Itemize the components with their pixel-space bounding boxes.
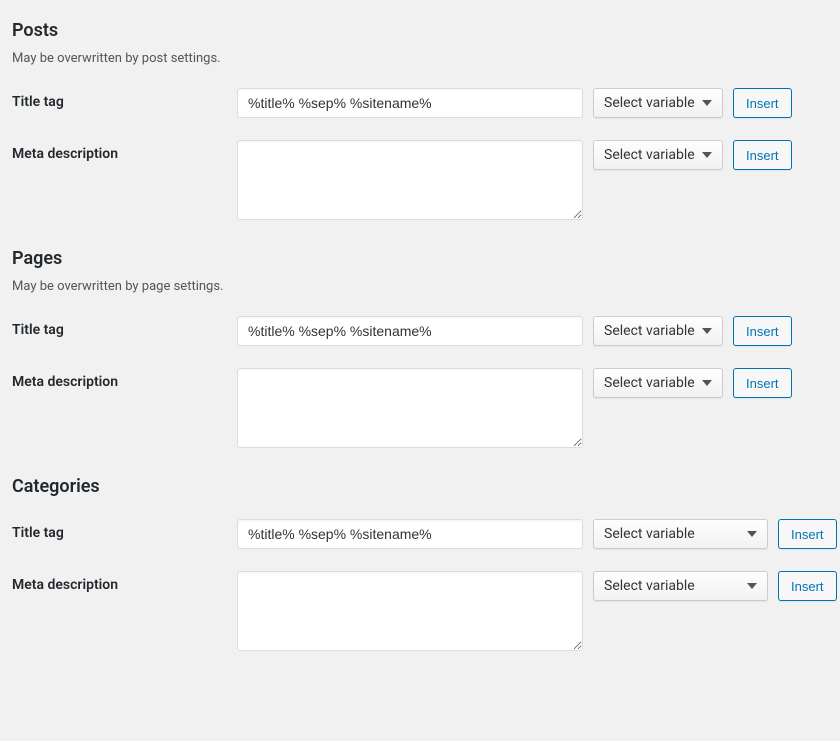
title-tag-input[interactable] <box>237 519 583 549</box>
meta-description-textarea[interactable] <box>237 571 583 651</box>
chevron-down-icon <box>747 531 757 537</box>
variable-select[interactable]: Select variable <box>593 519 768 549</box>
insert-button[interactable]: Insert <box>733 88 792 118</box>
field-controls: Select variable Insert <box>237 519 837 549</box>
section-hint: May be overwritten by post settings. <box>12 51 828 66</box>
select-label: Select variable <box>604 147 695 163</box>
row-meta-description: Meta description Select variable Insert <box>12 571 828 651</box>
select-label: Select variable <box>604 95 695 111</box>
variable-select[interactable]: Select variable <box>593 316 723 346</box>
chevron-down-icon <box>702 328 712 334</box>
section-categories: Categories Title tag Select variable Ins… <box>12 476 828 651</box>
row-title-tag: Title tag Select variable Insert <box>12 88 828 118</box>
row-meta-description: Meta description Select variable Insert <box>12 140 828 220</box>
section-pages: Pages May be overwritten by page setting… <box>12 248 828 448</box>
field-controls: Select variable Insert <box>237 368 792 448</box>
select-label: Select variable <box>604 323 695 339</box>
row-title-tag: Title tag Select variable Insert <box>12 519 828 549</box>
field-label-meta: Meta description <box>12 140 237 162</box>
chevron-down-icon <box>747 583 757 589</box>
field-controls: Select variable Insert <box>237 571 837 651</box>
field-label-meta: Meta description <box>12 368 237 390</box>
section-heading: Categories <box>12 476 828 497</box>
field-label-title: Title tag <box>12 88 237 110</box>
field-controls: Select variable Insert <box>237 316 792 346</box>
title-tag-input[interactable] <box>237 316 583 346</box>
chevron-down-icon <box>702 100 712 106</box>
insert-button[interactable]: Insert <box>733 368 792 398</box>
variable-select[interactable]: Select variable <box>593 368 723 398</box>
section-heading: Pages <box>12 248 828 269</box>
field-controls: Select variable Insert <box>237 88 792 118</box>
insert-button[interactable]: Insert <box>733 316 792 346</box>
insert-button[interactable]: Insert <box>778 571 837 601</box>
meta-description-textarea[interactable] <box>237 140 583 220</box>
field-controls: Select variable Insert <box>237 140 792 220</box>
row-title-tag: Title tag Select variable Insert <box>12 316 828 346</box>
chevron-down-icon <box>702 152 712 158</box>
insert-button[interactable]: Insert <box>733 140 792 170</box>
section-hint: May be overwritten by page settings. <box>12 279 828 294</box>
field-label-title: Title tag <box>12 519 237 541</box>
select-label: Select variable <box>604 578 695 594</box>
variable-select[interactable]: Select variable <box>593 88 723 118</box>
variable-select[interactable]: Select variable <box>593 140 723 170</box>
select-label: Select variable <box>604 526 695 542</box>
section-posts: Posts May be overwritten by post setting… <box>12 20 828 220</box>
title-tag-input[interactable] <box>237 88 583 118</box>
field-label-meta: Meta description <box>12 571 237 593</box>
field-label-title: Title tag <box>12 316 237 338</box>
select-label: Select variable <box>604 375 695 391</box>
insert-button[interactable]: Insert <box>778 519 837 549</box>
row-meta-description: Meta description Select variable Insert <box>12 368 828 448</box>
chevron-down-icon <box>702 380 712 386</box>
variable-select[interactable]: Select variable <box>593 571 768 601</box>
meta-description-textarea[interactable] <box>237 368 583 448</box>
section-heading: Posts <box>12 20 828 41</box>
